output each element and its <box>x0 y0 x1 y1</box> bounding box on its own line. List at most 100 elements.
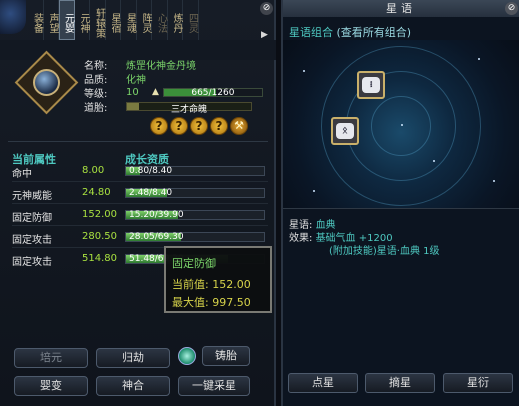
star <box>433 160 435 162</box>
tab-xinfa[interactable]: 心法 <box>152 0 168 40</box>
taitai-label: 道胎: <box>84 102 108 114</box>
node-glyph-icon: ᎒ <box>362 77 380 93</box>
xingyu-label: 星语: <box>289 220 313 231</box>
attribute-value: 8.00 <box>82 165 105 176</box>
xingyu-value: 血典 <box>315 220 336 231</box>
xingyan-button[interactable]: 星衍 <box>443 373 513 393</box>
attribute-row: 固定防御 152.00 15.20/39.90 <box>12 209 268 231</box>
tab-xingxiu[interactable]: 星宿 <box>106 0 121 40</box>
attribute-name: 固定攻击 <box>12 257 52 268</box>
one-click-collect-stars-button[interactable]: 一键采星 <box>178 376 250 396</box>
combo-header: 星语组合 (查看所有组合) <box>289 24 411 40</box>
star-chart: ᎒ ᛟ <box>283 40 519 208</box>
xingyu-panel: 星语 ⊘ 星语组合 (查看所有组合) ᎒ ᛟ 星语: 血典 效果: 基础气血 +… <box>281 0 519 406</box>
guijie-button[interactable]: 归劫 <box>96 348 170 368</box>
attribute-value: 514.80 <box>82 253 117 264</box>
yuanying-panel: 装备 声望 元婴 元神 轩辕策 星宿 星魂 阵灵 心法 炼丹 四灵 ▶ ⊘ 名称… <box>0 0 276 406</box>
yuanying-orb-icon[interactable] <box>33 69 60 96</box>
row-divider <box>12 203 268 204</box>
zhutai-button[interactable]: 铸胎 <box>202 346 250 366</box>
shenhe-button[interactable]: 神合 <box>96 376 170 396</box>
growth-bar[interactable]: 28.05/69.30 <box>125 232 265 242</box>
star <box>313 190 315 192</box>
attribute-name: 元神威能 <box>12 191 52 202</box>
divider <box>8 141 268 142</box>
close-icon[interactable]: ⊘ <box>505 2 518 15</box>
character-emblem <box>0 0 26 34</box>
tab-liandan[interactable]: 炼丹 <box>168 0 183 40</box>
tab-scroll-right-icon[interactable]: ▶ <box>261 30 268 40</box>
inner-ring <box>371 96 431 156</box>
panel-title: 星语 <box>283 0 519 17</box>
tab-bar: 装备 声望 元婴 元神 轩辕策 星宿 星魂 阵灵 心法 炼丹 四灵 <box>28 0 199 40</box>
quality-label: 品质: <box>84 74 108 86</box>
effect-line-1: 基础气血 +1200 <box>315 233 393 244</box>
question-icon[interactable]: ? <box>170 117 188 135</box>
item-info: 名称: 炼罡化神金丹境 品质: 化神 等级: 10 ▲ 665/1260 道胎: 三… <box>84 57 263 115</box>
star-node[interactable]: ᛟ <box>331 117 359 145</box>
attribute-tooltip: 固定防御 当前值: 152.00 最大值: 997.50 <box>164 246 272 313</box>
node-glyph-icon: ᛟ <box>336 123 354 139</box>
growth-text: 28.05/69.30 <box>129 232 184 242</box>
tab-yuanshen[interactable]: 元神 <box>75 0 90 40</box>
tooltip-current: 当前值: 152.00 <box>172 276 264 292</box>
growth-bar[interactable]: 2.48/8.40 <box>125 188 265 198</box>
attribute-value: 152.00 <box>82 209 117 220</box>
item-quality: 化神 <box>126 74 146 86</box>
attribute-row: 命中 8.00 0.80/8.40 <box>12 165 268 187</box>
taitai-bar: 三才命魄 <box>126 101 252 115</box>
growth-bar[interactable]: 15.20/39.90 <box>125 210 265 220</box>
xp-bar: 665/1260 <box>162 87 263 98</box>
yingbian-button[interactable]: 婴变 <box>14 376 88 396</box>
attribute-name: 固定防御 <box>12 213 52 224</box>
tab-equipment[interactable]: 装备 <box>28 0 44 40</box>
star <box>493 180 495 182</box>
attribute-name: 命中 <box>12 169 32 180</box>
star <box>478 58 480 60</box>
zhaixing-button[interactable]: 摘星 <box>365 373 435 393</box>
star <box>303 70 305 72</box>
growth-text: 15.20/39.90 <box>129 210 184 220</box>
question-icon[interactable]: ? <box>190 117 208 135</box>
view-all-combos-link[interactable]: (查看所有组合) <box>337 26 412 39</box>
tab-zhenling[interactable]: 阵灵 <box>137 0 152 40</box>
row-divider <box>12 181 268 182</box>
combo-label: 星语组合 <box>289 26 333 39</box>
tooltip-current-label: 当前值: <box>172 278 209 291</box>
tab-xinghun[interactable]: 星魂 <box>121 0 137 40</box>
close-icon[interactable]: ⊘ <box>260 2 273 15</box>
attribute-value: 24.80 <box>82 187 111 198</box>
level-label: 等级: <box>84 88 108 100</box>
dianxing-button[interactable]: 点星 <box>288 373 358 393</box>
tab-siling[interactable]: 四灵 <box>183 0 199 40</box>
question-icon[interactable]: ? <box>210 117 228 135</box>
attribute-value: 280.50 <box>82 231 117 242</box>
effect-line-2: (附加技能)星语·血典 1级 <box>329 246 440 257</box>
tab-reputation[interactable]: 声望 <box>44 0 59 40</box>
peiyuan-button[interactable]: 培元 <box>14 348 88 368</box>
tab-yuanying[interactable]: 元婴 <box>59 0 75 40</box>
tooltip-title: 固定防御 <box>172 257 216 270</box>
level-up-icon[interactable]: ▲ <box>152 87 159 97</box>
growth-bar[interactable]: 0.80/8.40 <box>125 166 265 176</box>
attribute-name: 固定攻击 <box>12 235 52 246</box>
xp-text: 665/1260 <box>191 87 235 98</box>
star-node[interactable]: ᎒ <box>357 71 385 99</box>
row-divider <box>12 225 268 226</box>
star <box>401 124 403 126</box>
growth-text: 0.80/8.40 <box>129 166 173 176</box>
hammer-icon[interactable]: ⚒ <box>230 117 248 135</box>
tooltip-max-value: 997.50 <box>212 296 251 309</box>
skill-slots: ? ? ? ? ⚒ <box>150 117 248 135</box>
effect-label: 效果: <box>289 233 313 244</box>
attribute-row: 元神威能 24.80 2.48/8.40 <box>12 187 268 209</box>
question-icon[interactable]: ? <box>150 117 168 135</box>
tab-xuanyuance[interactable]: 轩辕策 <box>90 0 106 40</box>
swirl-icon[interactable] <box>178 347 196 365</box>
growth-text: 2.48/8.40 <box>129 188 173 198</box>
item-level: 10 <box>126 86 139 98</box>
tooltip-max: 最大值: 997.50 <box>172 294 264 310</box>
tooltip-max-label: 最大值: <box>172 296 209 309</box>
xingyu-info: 星语: 血典 效果: 基础气血 +1200 (附加技能)星语·血典 1级 <box>289 219 440 258</box>
name-label: 名称: <box>84 60 108 72</box>
